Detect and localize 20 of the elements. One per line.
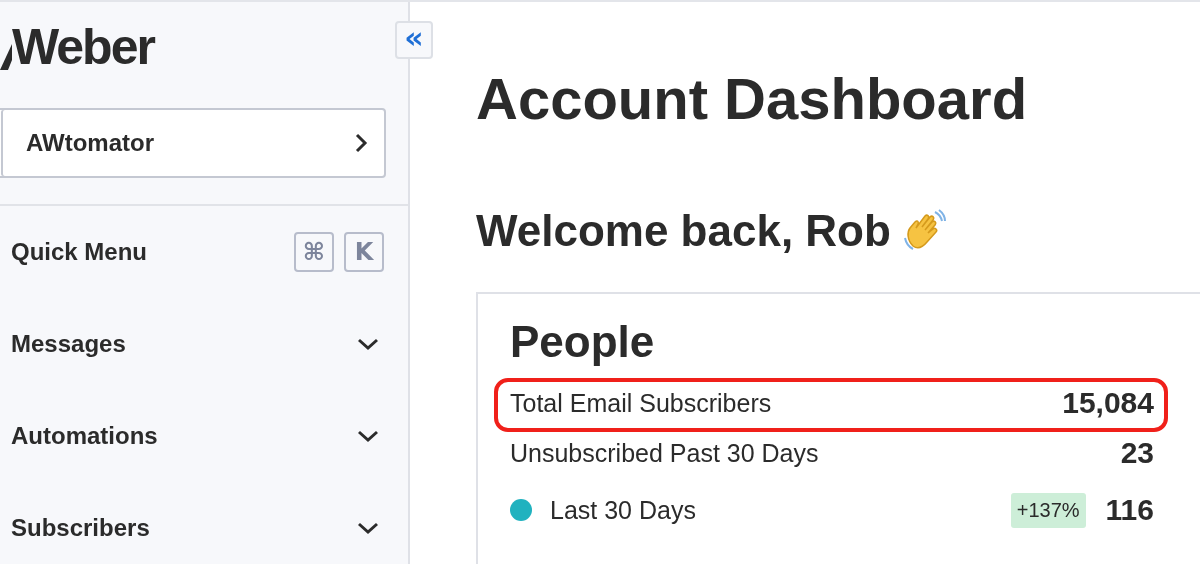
stat-label: Total Email Subscribers	[510, 388, 773, 418]
stat-value: 15,084	[1062, 386, 1154, 420]
collapse-sidebar-button[interactable]: «	[395, 21, 433, 59]
stat-label: Last 30 Days	[550, 495, 697, 525]
nav-item[interactable]: Automations	[0, 390, 384, 482]
card-title: People	[510, 320, 656, 364]
key-cap: ⌘	[294, 232, 334, 272]
stat-label: Unsubscribed Past 30 Days	[510, 438, 820, 468]
key-cap: K	[344, 232, 384, 272]
nav-item[interactable]: Subscribers	[0, 482, 384, 564]
page-title: Account Dashboard	[476, 70, 1029, 128]
stat-value: 116	[1105, 493, 1154, 527]
change-badge: +137%	[1010, 492, 1086, 528]
stat-value: 23	[1120, 436, 1154, 470]
logo: Weber	[12, 22, 154, 72]
chevron-right-icon	[354, 132, 368, 154]
nav-item[interactable]: Quick Menu ⌘ K	[0, 206, 384, 298]
account-switcher[interactable]: AWtomator	[0, 108, 386, 178]
nav-item[interactable]: Messages	[0, 298, 384, 390]
welcome-heading: Welcome back, Rob	[476, 209, 891, 253]
